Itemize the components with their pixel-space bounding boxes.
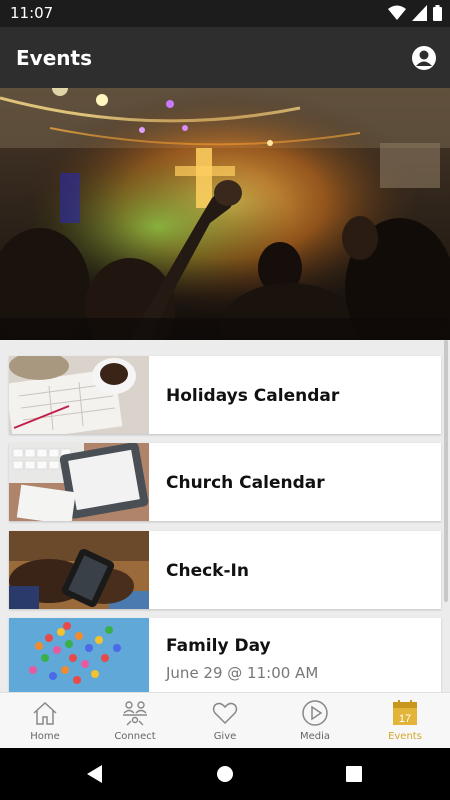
bottom-nav: Home Connect Give Media 17 Events xyxy=(0,692,450,748)
status-bar: 11:07 xyxy=(0,0,450,27)
heart-icon xyxy=(212,702,238,725)
nav-label: Connect xyxy=(114,731,156,742)
event-thumbnail xyxy=(9,618,149,692)
scrollbar[interactable] xyxy=(444,340,448,602)
back-icon[interactable] xyxy=(86,765,104,783)
nav-label: Media xyxy=(299,731,331,742)
app-bar: Events xyxy=(0,27,450,88)
signal-icon xyxy=(412,5,427,21)
event-title: Church Calendar xyxy=(166,473,325,493)
event-title: Holidays Calendar xyxy=(166,386,340,406)
event-thumbnail xyxy=(9,443,149,521)
nav-item-media[interactable]: Media xyxy=(270,693,360,748)
profile-icon[interactable] xyxy=(411,45,437,71)
event-list[interactable]: Holidays Calendar Church Calendar Check-… xyxy=(0,340,450,692)
nav-label: Give xyxy=(213,731,237,742)
recents-icon[interactable] xyxy=(346,766,362,782)
calendar-badge: 17 xyxy=(399,713,411,725)
connect-icon xyxy=(123,701,147,726)
home-icon xyxy=(33,701,57,725)
wifi-icon xyxy=(388,5,406,20)
event-title: Family Day xyxy=(166,636,271,656)
hero-banner-image xyxy=(0,88,450,340)
nav-item-home[interactable]: Home xyxy=(0,693,90,748)
status-time: 11:07 xyxy=(10,4,54,22)
event-card-church-calendar[interactable]: Church Calendar xyxy=(9,443,441,521)
page-title: Events xyxy=(16,46,92,70)
nav-item-events[interactable]: 17 Events xyxy=(360,693,450,748)
event-card-family-day[interactable]: Family Day June 29 @ 11:00 AM xyxy=(9,618,441,692)
event-card-holidays-calendar[interactable]: Holidays Calendar xyxy=(9,356,441,434)
battery-icon xyxy=(433,5,442,21)
event-datetime: June 29 @ 11:00 AM xyxy=(166,664,319,682)
event-card-check-in[interactable]: Check-In xyxy=(9,531,441,609)
status-icons xyxy=(388,5,442,21)
home-button-icon[interactable] xyxy=(217,766,233,782)
nav-label: Home xyxy=(30,731,60,742)
event-thumbnail xyxy=(9,356,149,434)
play-icon xyxy=(302,700,328,726)
calendar-icon: 17 xyxy=(393,700,417,725)
event-title: Check-In xyxy=(166,561,249,581)
nav-item-connect[interactable]: Connect xyxy=(90,693,180,748)
nav-item-give[interactable]: Give xyxy=(180,693,270,748)
nav-label: Events xyxy=(388,731,422,742)
system-nav-bar xyxy=(0,748,450,800)
event-thumbnail xyxy=(9,531,149,609)
